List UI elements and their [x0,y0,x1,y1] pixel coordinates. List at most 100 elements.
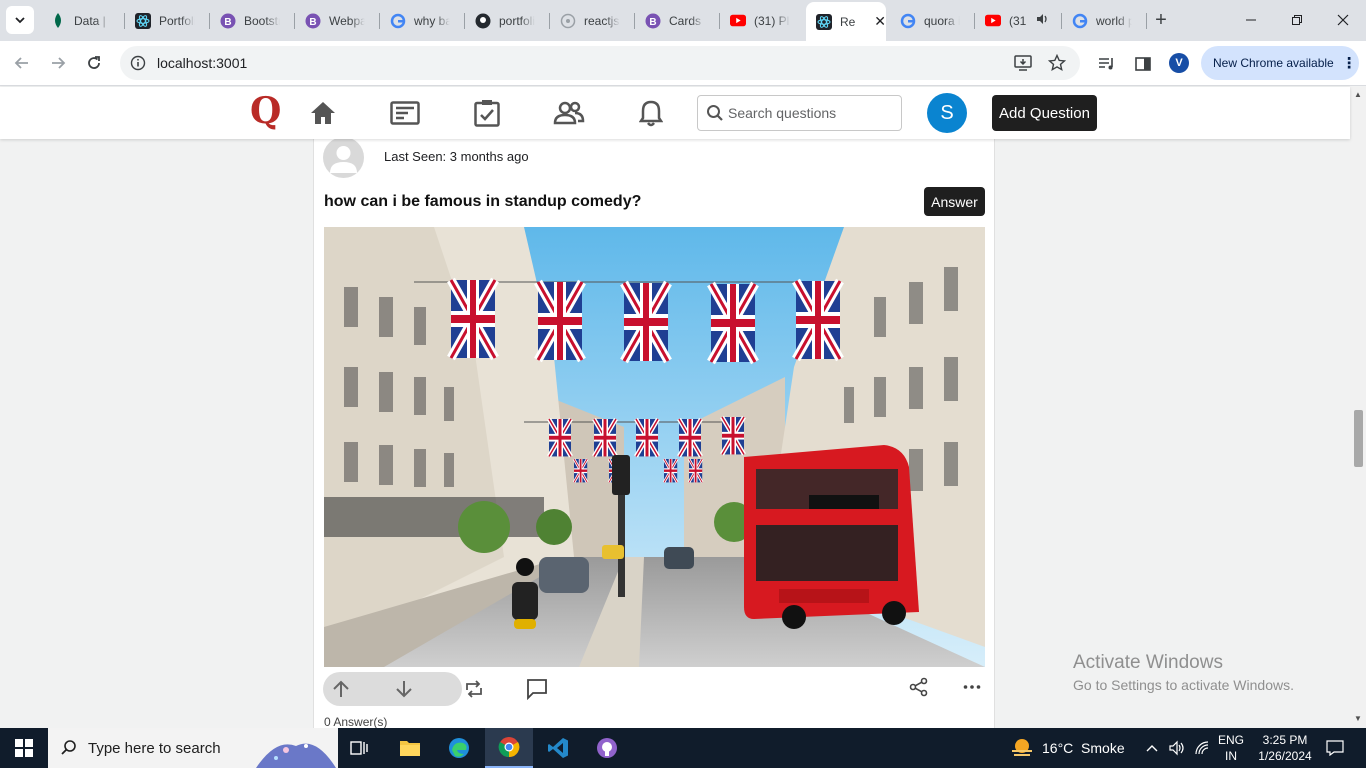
arrow-left-icon [14,57,28,69]
tab-12[interactable]: world p [1062,7,1145,34]
url-text: localhost:3001 [157,55,248,71]
chevron-down-icon [15,17,25,24]
forward-button[interactable] [45,50,71,76]
folder-icon [400,741,420,756]
search-icon [707,105,723,121]
notifications-bell-icon[interactable] [634,97,668,129]
bookmark-star-icon[interactable] [1047,54,1067,72]
svg-text:B: B [649,17,656,28]
bootstrap-icon: B [645,13,661,29]
share-icon[interactable] [906,674,932,700]
github-desktop-button[interactable] [583,728,631,768]
sun-haze-icon [1012,739,1032,756]
bootstrap-icon: B [220,13,236,29]
volume-icon[interactable] [1165,728,1189,768]
close-window-button[interactable] [1320,0,1366,40]
react-icon [135,12,151,29]
chrome-icon [498,737,520,758]
answer-button[interactable]: Answer [924,187,985,216]
tab-10[interactable]: quora i [890,7,973,34]
close-tab-icon[interactable]: ✕ [874,13,886,30]
quora-logo[interactable]: Q [250,90,281,132]
more-options-icon[interactable] [959,674,985,700]
repost-icon[interactable] [461,676,487,702]
tab-strip: Data | C Portfoli B Bootstr B Webpa why … [0,0,1366,41]
reload-button[interactable] [81,50,107,76]
media-controls-icon[interactable] [1096,53,1118,75]
start-button[interactable] [0,728,48,768]
install-app-icon[interactable] [1013,54,1033,72]
site-info-icon[interactable] [130,55,146,74]
scrollbar-thumb[interactable] [1354,410,1363,467]
restore-button[interactable] [1274,0,1320,40]
weather-widget[interactable]: 16°C Smoke [1010,728,1125,768]
scroll-down-arrow-icon[interactable]: ▼ [1354,714,1362,723]
vscode-button[interactable] [534,728,582,768]
address-bar[interactable]: localhost:3001 [120,46,1080,80]
app-header: Q S Add Question [0,87,1350,139]
edge-icon [449,738,469,758]
question-title[interactable]: how can i be famous in standup comedy? [324,193,641,211]
tab-4[interactable]: why ba [380,7,463,34]
person-placeholder-icon [330,146,357,173]
tab-search-button[interactable] [6,6,34,34]
answer-tasks-icon[interactable] [470,97,504,129]
add-question-button[interactable]: Add Question [992,95,1097,131]
tab-0[interactable]: Data | C [40,7,123,34]
scroll-up-arrow-icon[interactable]: ▲ [1354,90,1362,99]
comment-icon[interactable] [524,676,550,702]
taskbar-search[interactable]: Type here to search [48,728,338,768]
search-input[interactable] [728,105,898,121]
notification-center-icon[interactable] [1320,728,1350,768]
file-explorer-button[interactable] [386,728,434,768]
svg-text:B: B [224,17,231,28]
speaker-icon[interactable] [1035,12,1049,29]
reload-icon [88,56,100,69]
svg-text:B: B [309,17,316,28]
back-button[interactable] [9,50,35,76]
google-icon [1072,13,1088,29]
upvote-arrow-icon[interactable] [328,676,354,702]
downvote-arrow-icon[interactable] [391,676,417,702]
following-icon[interactable] [388,97,422,129]
tab-8[interactable]: (31) Pla [720,7,803,34]
react-icon [816,13,832,30]
network-icon[interactable] [1190,728,1214,768]
chevron-up-icon[interactable] [1140,728,1164,768]
tab-7[interactable]: B Cards · [635,7,718,34]
bootstrap-icon: B [305,13,321,29]
input-language[interactable]: ENG IN [1216,732,1246,764]
home-icon[interactable] [306,97,340,129]
search-box[interactable] [697,95,902,131]
tab-6[interactable]: reactjs [550,7,633,34]
taskbar-clock[interactable]: 3:25 PM 1/26/2024 [1253,732,1317,764]
vscode-icon [548,738,568,758]
search-icon [61,740,76,755]
edge-button[interactable] [435,728,483,768]
author-avatar[interactable] [323,137,364,178]
tab-5[interactable]: portfoli [465,7,548,34]
user-avatar[interactable]: S [927,93,967,133]
last-seen-text: Last Seen: 3 months ago [384,149,529,164]
chrome-button[interactable] [485,728,533,768]
tab-9-active[interactable]: Re ✕ [806,2,886,41]
tab-2[interactable]: B Bootstr [210,7,293,34]
github-icon [475,13,491,29]
minimize-icon [1246,19,1256,21]
tab-11[interactable]: (31 [975,7,1060,34]
question-post: Last Seen: 3 months ago how can i be fam… [313,137,995,729]
new-tab-button[interactable]: + [1150,9,1172,31]
close-icon [1337,14,1349,26]
tab-3[interactable]: B Webpa [295,7,378,34]
spaces-people-icon[interactable] [552,97,586,129]
windows-logo-icon [15,739,33,757]
task-view-button[interactable] [336,728,384,768]
profile-avatar[interactable]: V [1169,53,1189,73]
post-image [324,227,985,667]
chrome-update-button[interactable]: New Chrome available ⋮ [1201,46,1359,80]
page-scrollbar[interactable]: ▲ ▼ [1350,87,1366,728]
restore-icon [1292,15,1302,25]
tab-1[interactable]: Portfoli [125,7,208,34]
minimize-button[interactable] [1228,0,1274,40]
side-panel-icon[interactable] [1132,53,1154,75]
